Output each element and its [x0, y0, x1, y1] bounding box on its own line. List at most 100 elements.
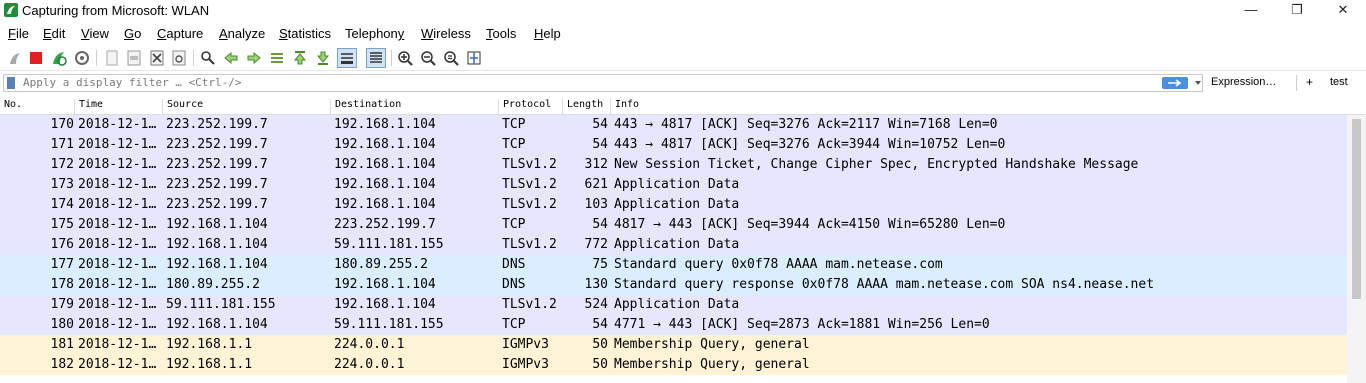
- cell-time: 2018-12-1…: [78, 157, 157, 172]
- filter-button-test[interactable]: test: [1330, 76, 1348, 88]
- table-row[interactable]: 171 2018-12-1… 223.252.199.7 192.168.1.104 T…: [0, 135, 1347, 155]
- table-row[interactable]: 179 2018-12-1… 59.111.181.155 192.168.1.104…: [0, 295, 1347, 315]
- table-row[interactable]: 180 2018-12-1… 192.168.1.104 59.111.181.155…: [0, 315, 1347, 335]
- go-forward-button[interactable]: [244, 48, 264, 68]
- table-row[interactable]: 173 2018-12-1… 223.252.199.7 192.168.1.104 T…: [0, 175, 1347, 195]
- menu-tools[interactable]: Tools: [486, 26, 516, 41]
- column-header-protocol[interactable]: Protocol: [498, 99, 562, 115]
- cell-source: 192.168.1.104: [166, 217, 268, 232]
- chevron-down-icon[interactable]: [1192, 77, 1204, 89]
- reload-file-button[interactable]: [169, 48, 189, 68]
- column-header-no[interactable]: No.: [0, 99, 74, 115]
- cell-protocol: DNS: [502, 257, 526, 272]
- find-packet-button[interactable]: [198, 48, 218, 68]
- go-last-packet-button[interactable]: [313, 48, 333, 68]
- cell-no: 174: [50, 197, 74, 212]
- cell-source: 192.168.1.104: [166, 317, 268, 332]
- cell-info: 4771 → 443 [ACK] Seq=2873 Ack=1881 Win=2…: [614, 317, 990, 332]
- cell-info: 4817 → 443 [ACK] Seq=3944 Ack=4150 Win=6…: [614, 217, 1006, 232]
- table-row[interactable]: 181 2018-12-1… 192.168.1.1 224.0.0.1 IGMPv3 5…: [0, 335, 1347, 355]
- add-filter-button[interactable]: +: [1306, 75, 1313, 89]
- cell-length: 50: [592, 337, 608, 352]
- minimize-button[interactable]: —: [1228, 0, 1274, 22]
- menu-help[interactable]: Help: [534, 26, 561, 41]
- go-first-packet-button[interactable]: [290, 48, 310, 68]
- cell-time: 2018-12-1…: [78, 137, 157, 152]
- table-row[interactable]: 174 2018-12-1… 223.252.199.7 192.168.1.104 T…: [0, 195, 1347, 215]
- zoom-reset-icon: [444, 51, 459, 66]
- packet-list-scrollbar[interactable]: [1347, 115, 1366, 383]
- toolbar-separator: [391, 50, 392, 66]
- apply-filter-icon[interactable]: [1162, 77, 1188, 89]
- table-row[interactable]: 172 2018-12-1… 223.252.199.7 192.168.1.104 T…: [0, 155, 1347, 175]
- zoom-out-icon: [421, 51, 436, 66]
- table-row[interactable]: 177 2018-12-1… 192.168.1.104 180.89.255.2 DN…: [0, 255, 1347, 275]
- scrollbar-thumb[interactable]: [1352, 119, 1361, 299]
- go-back-button[interactable]: [221, 48, 241, 68]
- stop-capture-button[interactable]: [26, 48, 46, 68]
- restore-button[interactable]: ❐: [1274, 0, 1320, 22]
- cell-time: 2018-12-1…: [78, 297, 157, 312]
- cell-protocol: IGMPv3: [502, 357, 549, 372]
- table-row[interactable]: 176 2018-12-1… 192.168.1.104 59.111.181.155…: [0, 235, 1347, 255]
- open-file-button[interactable]: [102, 48, 122, 68]
- menu-analyze-rest: nalyze: [227, 26, 266, 41]
- display-filter-input[interactable]: Apply a display filter … <Ctrl-/>: [3, 74, 1203, 92]
- menu-view[interactable]: View: [81, 26, 109, 41]
- column-header-destination[interactable]: Destination: [330, 99, 498, 115]
- cell-source: 192.168.1.104: [166, 237, 268, 252]
- menu-capture[interactable]: Capture: [157, 26, 203, 41]
- jump-to-icon: [271, 53, 283, 63]
- column-header-info[interactable]: Info: [610, 99, 1347, 115]
- zoom-out-button[interactable]: [418, 48, 438, 68]
- column-header-source[interactable]: Source: [162, 99, 330, 115]
- table-row[interactable]: 170 2018-12-1… 223.252.199.7 192.168.1.104 T…: [0, 115, 1347, 135]
- menu-telephony[interactable]: Telephony: [345, 26, 404, 41]
- cell-source: 223.252.199.7: [166, 117, 268, 132]
- start-capture-button[interactable]: [5, 48, 25, 68]
- menu-file[interactable]: File: [8, 26, 29, 41]
- shark-fin-icon: [10, 53, 20, 64]
- go-to-packet-button[interactable]: [267, 48, 287, 68]
- bookmark-icon[interactable]: [7, 77, 15, 89]
- close-button[interactable]: ✕: [1320, 0, 1366, 22]
- cell-destination: 192.168.1.104: [334, 157, 436, 172]
- wireshark-fin-icon: [4, 3, 18, 17]
- colorize-button[interactable]: [366, 48, 386, 68]
- menu-go[interactable]: Go: [124, 26, 141, 41]
- reload-icon: [172, 50, 186, 66]
- restart-capture-button[interactable]: [49, 48, 69, 68]
- cell-protocol: DNS: [502, 277, 526, 292]
- menu-wireless[interactable]: Wireless: [421, 26, 471, 41]
- cell-protocol: TCP: [502, 137, 526, 152]
- cell-protocol: TLSv1.2: [502, 237, 557, 252]
- cell-source: 192.168.1.104: [166, 257, 268, 272]
- table-row[interactable]: 178 2018-12-1… 180.89.255.2 192.168.1.104 DN…: [0, 275, 1347, 295]
- cell-time: 2018-12-1…: [78, 257, 157, 272]
- arrow-bottom-icon: [316, 51, 330, 65]
- column-header-time[interactable]: Time: [74, 99, 162, 115]
- expression-button[interactable]: Expression…: [1211, 76, 1276, 88]
- resize-columns-button[interactable]: [464, 48, 484, 68]
- menu-analyze-key: A: [219, 26, 228, 41]
- zoom-in-button[interactable]: [395, 48, 415, 68]
- table-row[interactable]: 175 2018-12-1… 192.168.1.104 223.252.199.7 T…: [0, 215, 1347, 235]
- menu-analyze[interactable]: Analyze: [219, 26, 265, 41]
- table-row[interactable]: 182 2018-12-1… 192.168.1.1 224.0.0.1 IGMPv3 5…: [0, 355, 1347, 375]
- menu-statistics-rest: tatistics: [287, 26, 332, 41]
- menu-statistics[interactable]: Statistics: [279, 26, 331, 41]
- cell-source: 223.252.199.7: [166, 177, 268, 192]
- cell-time: 2018-12-1…: [78, 217, 157, 232]
- cell-length: 54: [592, 217, 608, 232]
- cell-source: 192.168.1.1: [166, 357, 253, 372]
- cell-destination: 192.168.1.104: [334, 277, 436, 292]
- save-file-button[interactable]: [124, 48, 144, 68]
- close-file-icon: [150, 50, 164, 66]
- capture-options-button[interactable]: [72, 48, 92, 68]
- column-header-length[interactable]: Length: [562, 99, 610, 115]
- close-file-button[interactable]: [147, 48, 167, 68]
- normal-size-button[interactable]: [441, 48, 461, 68]
- cell-length: 75: [592, 257, 608, 272]
- menu-edit[interactable]: Edit: [43, 26, 65, 41]
- auto-scroll-button[interactable]: [337, 48, 357, 68]
